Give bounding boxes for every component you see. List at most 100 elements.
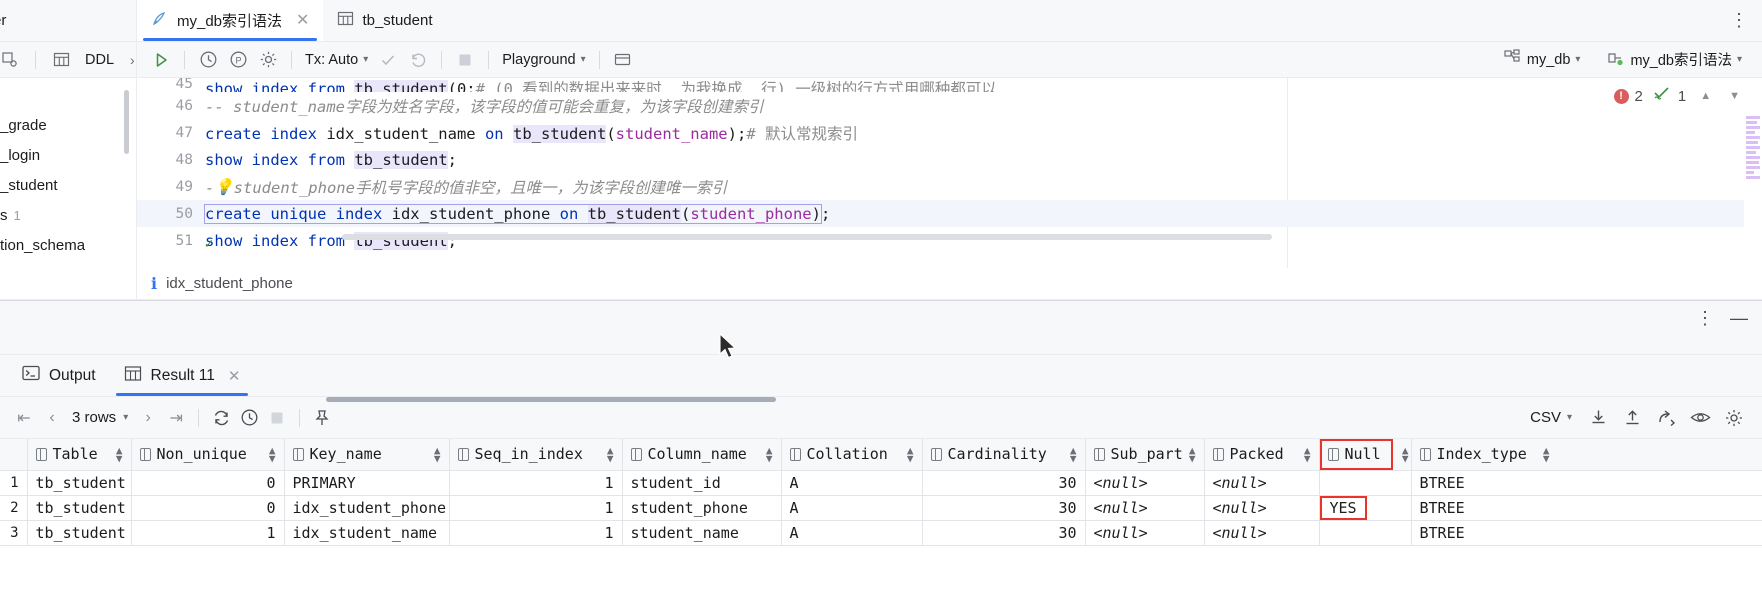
eye-icon[interactable] bbox=[1686, 405, 1714, 431]
cell-index-type[interactable]: BTREE bbox=[1411, 470, 1762, 496]
minimize-icon[interactable]: — bbox=[1730, 309, 1748, 327]
clock-icon[interactable] bbox=[235, 405, 263, 431]
code-line[interactable]: 49 -💡student_phone手机号字段的值非空，且唯一，为该字段创建唯一… bbox=[137, 173, 1762, 200]
sidebar-item-information-schema[interactable]: tion_schema bbox=[0, 230, 136, 260]
cell-cardinality[interactable]: 30 bbox=[922, 495, 1086, 521]
more-vertical-icon[interactable]: ⋮ bbox=[1696, 309, 1714, 327]
cell-key-name[interactable]: idx_student_phone bbox=[284, 495, 450, 521]
cell-packed[interactable]: <null> bbox=[1204, 470, 1320, 496]
last-page-icon[interactable]: ⇥ bbox=[162, 405, 190, 431]
column-header-packed[interactable]: Packed ▲ ▼ bbox=[1204, 439, 1320, 471]
lightbulb-icon[interactable]: 💡 bbox=[214, 178, 233, 196]
column-header-seq-in-index[interactable]: Seq_in_index ▲ ▼ bbox=[449, 439, 623, 471]
cell-cardinality[interactable]: 30 bbox=[922, 470, 1086, 496]
sort-icon[interactable]: ▲ ▼ bbox=[269, 445, 276, 464]
sidebar-scrollbar[interactable] bbox=[124, 90, 129, 154]
code-line[interactable]: 48 show index from tb_student; bbox=[137, 146, 1762, 173]
cell-collation[interactable]: A bbox=[781, 520, 923, 546]
code-line[interactable]: 50 create unique index idx_student_phone… bbox=[137, 200, 1762, 227]
cell-sub-part[interactable]: <null> bbox=[1085, 495, 1205, 521]
gear-icon[interactable] bbox=[254, 47, 282, 73]
pin-icon[interactable] bbox=[308, 405, 336, 431]
sidebar-item-grade[interactable]: _grade bbox=[0, 110, 136, 140]
sort-icon[interactable]: ▲ ▼ bbox=[907, 445, 914, 464]
cell-non-unique[interactable]: 0 bbox=[131, 470, 285, 496]
code-line[interactable]: 47 create index idx_student_name on tb_s… bbox=[137, 119, 1762, 146]
panel-resize-handle[interactable] bbox=[326, 397, 776, 402]
sidebar-item-grade[interactable] bbox=[0, 88, 136, 110]
commit-check-icon[interactable] bbox=[374, 47, 402, 73]
sort-icon[interactable]: ▲ ▼ bbox=[1070, 445, 1077, 464]
editor-tab-sql[interactable]: my_db索引语法 ✕ bbox=[137, 0, 324, 41]
cell-collation[interactable]: A bbox=[781, 470, 923, 496]
column-header-null[interactable]: Null ▲ ▼ bbox=[1319, 439, 1412, 471]
gear-icon[interactable] bbox=[1720, 405, 1748, 431]
sort-icon[interactable]: ▲ ▼ bbox=[1189, 445, 1196, 464]
stop-icon[interactable] bbox=[263, 405, 291, 431]
column-header-non-unique[interactable]: Non_unique ▲ ▼ bbox=[131, 439, 285, 471]
cell-sub-part[interactable]: <null> bbox=[1085, 470, 1205, 496]
share-icon[interactable] bbox=[1652, 405, 1680, 431]
column-header-table[interactable]: Table ▲ ▼ bbox=[27, 439, 132, 471]
export-format-selector[interactable]: CSV ▾ bbox=[1524, 409, 1578, 426]
sort-icon[interactable]: ▲ ▼ bbox=[116, 445, 123, 464]
cell-packed[interactable]: <null> bbox=[1204, 495, 1320, 521]
sort-icon[interactable]: ▲ ▼ bbox=[434, 445, 441, 464]
refresh-icon[interactable] bbox=[207, 405, 235, 431]
first-page-icon[interactable]: ⇤ bbox=[10, 405, 38, 431]
cell-column-name[interactable]: student_name bbox=[622, 520, 782, 546]
cell-collation[interactable]: A bbox=[781, 495, 923, 521]
column-header-cardinality[interactable]: Cardinality ▲ ▼ bbox=[922, 439, 1086, 471]
schema-selector[interactable]: my_db ▾ bbox=[1500, 48, 1585, 71]
profiler-icon[interactable]: P bbox=[224, 47, 252, 73]
rollback-icon[interactable] bbox=[404, 47, 432, 73]
cell-key-name[interactable]: PRIMARY bbox=[284, 470, 450, 496]
tab-output[interactable]: Output bbox=[8, 355, 110, 396]
stop-icon[interactable] bbox=[451, 47, 479, 73]
ddl-table-icon[interactable] bbox=[47, 47, 75, 73]
cell-table[interactable]: tb_student bbox=[27, 520, 132, 546]
column-header-column-name[interactable]: Column_name ▲ ▼ bbox=[622, 439, 782, 471]
sort-icon[interactable]: ▲ ▼ bbox=[1402, 445, 1409, 464]
download-icon[interactable] bbox=[1584, 405, 1612, 431]
cell-non-unique[interactable]: 0 bbox=[131, 495, 285, 521]
chevron-right-icon[interactable]: › bbox=[130, 52, 135, 68]
column-header-sub-part[interactable]: Sub_part ▲ ▼ bbox=[1085, 439, 1205, 471]
sidebar-item-student[interactable]: _student bbox=[0, 170, 136, 200]
table-row[interactable]: 2 tb_student 0 idx_student_phone 1 stude… bbox=[0, 495, 1762, 521]
tab-result[interactable]: Result 11 ✕ bbox=[110, 355, 255, 396]
cell-null[interactable]: YES bbox=[1319, 495, 1412, 521]
editor-minimap[interactable] bbox=[1744, 78, 1762, 268]
cell-non-unique[interactable]: 1 bbox=[131, 520, 285, 546]
close-icon[interactable]: ✕ bbox=[296, 12, 309, 29]
cell-seq-in-index[interactable]: 1 bbox=[449, 520, 623, 546]
cell-null[interactable] bbox=[1319, 520, 1412, 546]
sort-icon[interactable]: ▲ ▼ bbox=[766, 445, 773, 464]
tx-mode-selector[interactable]: Tx: Auto ▾ bbox=[301, 52, 372, 68]
editor-tab-table[interactable]: tb_student bbox=[323, 0, 446, 41]
editor-horizontal-scrollbar[interactable] bbox=[342, 234, 1272, 240]
column-header-index-type[interactable]: Index_type ▲ ▼ bbox=[1411, 439, 1762, 471]
sort-icon[interactable]: ▲ ▼ bbox=[1304, 445, 1311, 464]
breadcrumb-content[interactable]: i idx_student_phone bbox=[137, 274, 293, 293]
cell-cardinality[interactable]: 30 bbox=[922, 520, 1086, 546]
code-line[interactable]: 46 -- student_name字段为姓名字段，该字段的值可能会重复，为该字… bbox=[137, 92, 1762, 119]
playground-selector[interactable]: Playground ▾ bbox=[498, 52, 589, 68]
cell-packed[interactable]: <null> bbox=[1204, 520, 1320, 546]
cell-column-name[interactable]: student_id bbox=[622, 470, 782, 496]
cell-null[interactable] bbox=[1319, 470, 1412, 496]
ddl-label[interactable]: DDL bbox=[85, 52, 114, 68]
sidebar-item-login[interactable]: _login bbox=[0, 140, 136, 170]
column-header-collation[interactable]: Collation ▲ ▼ bbox=[781, 439, 923, 471]
inspection-widget[interactable]: ! 2 1 ▲ ▼ bbox=[1613, 86, 1740, 106]
chevron-up-icon[interactable]: ▲ bbox=[1700, 90, 1711, 102]
snippet-icon[interactable] bbox=[0, 47, 24, 73]
chevron-down-icon[interactable]: ▼ bbox=[1729, 90, 1740, 102]
cell-seq-in-index[interactable]: 1 bbox=[449, 470, 623, 496]
row-count-selector[interactable]: 3 rows ▾ bbox=[66, 409, 134, 426]
sidebar-item-schemas[interactable]: s 1 bbox=[0, 200, 136, 230]
cell-column-name[interactable]: student_phone bbox=[622, 495, 782, 521]
next-page-icon[interactable]: › bbox=[134, 405, 162, 431]
upload-icon[interactable] bbox=[1618, 405, 1646, 431]
sort-icon[interactable]: ▲ ▼ bbox=[1543, 445, 1550, 464]
